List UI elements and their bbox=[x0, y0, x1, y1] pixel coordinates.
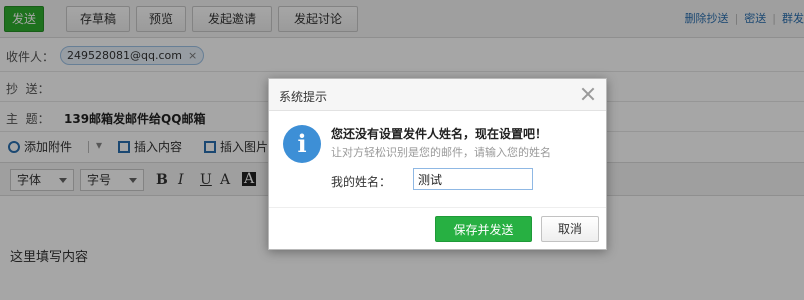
sender-name-input[interactable] bbox=[413, 168, 533, 190]
name-label: 我的姓名： bbox=[331, 175, 392, 189]
dialog-message: 您还没有设置发件人姓名，现在设置吧！ bbox=[331, 127, 548, 141]
dialog-sub-message: 让对方轻松识别是您的邮件，请输入您的姓名 bbox=[331, 146, 551, 159]
info-icon: i bbox=[283, 125, 321, 163]
system-prompt-dialog: 系统提示 i 您还没有设置发件人姓名，现在设置吧！ 让对方轻松识别是您的邮件，请… bbox=[268, 78, 607, 250]
cancel-button[interactable]: 取消 bbox=[541, 216, 599, 242]
save-and-send-button[interactable]: 保存并发送 bbox=[435, 216, 532, 242]
dialog-footer: 保存并发送 取消 bbox=[269, 207, 606, 249]
dialog-header: 系统提示 bbox=[269, 79, 606, 111]
close-icon[interactable] bbox=[578, 84, 598, 104]
dialog-title: 系统提示 bbox=[279, 90, 328, 104]
